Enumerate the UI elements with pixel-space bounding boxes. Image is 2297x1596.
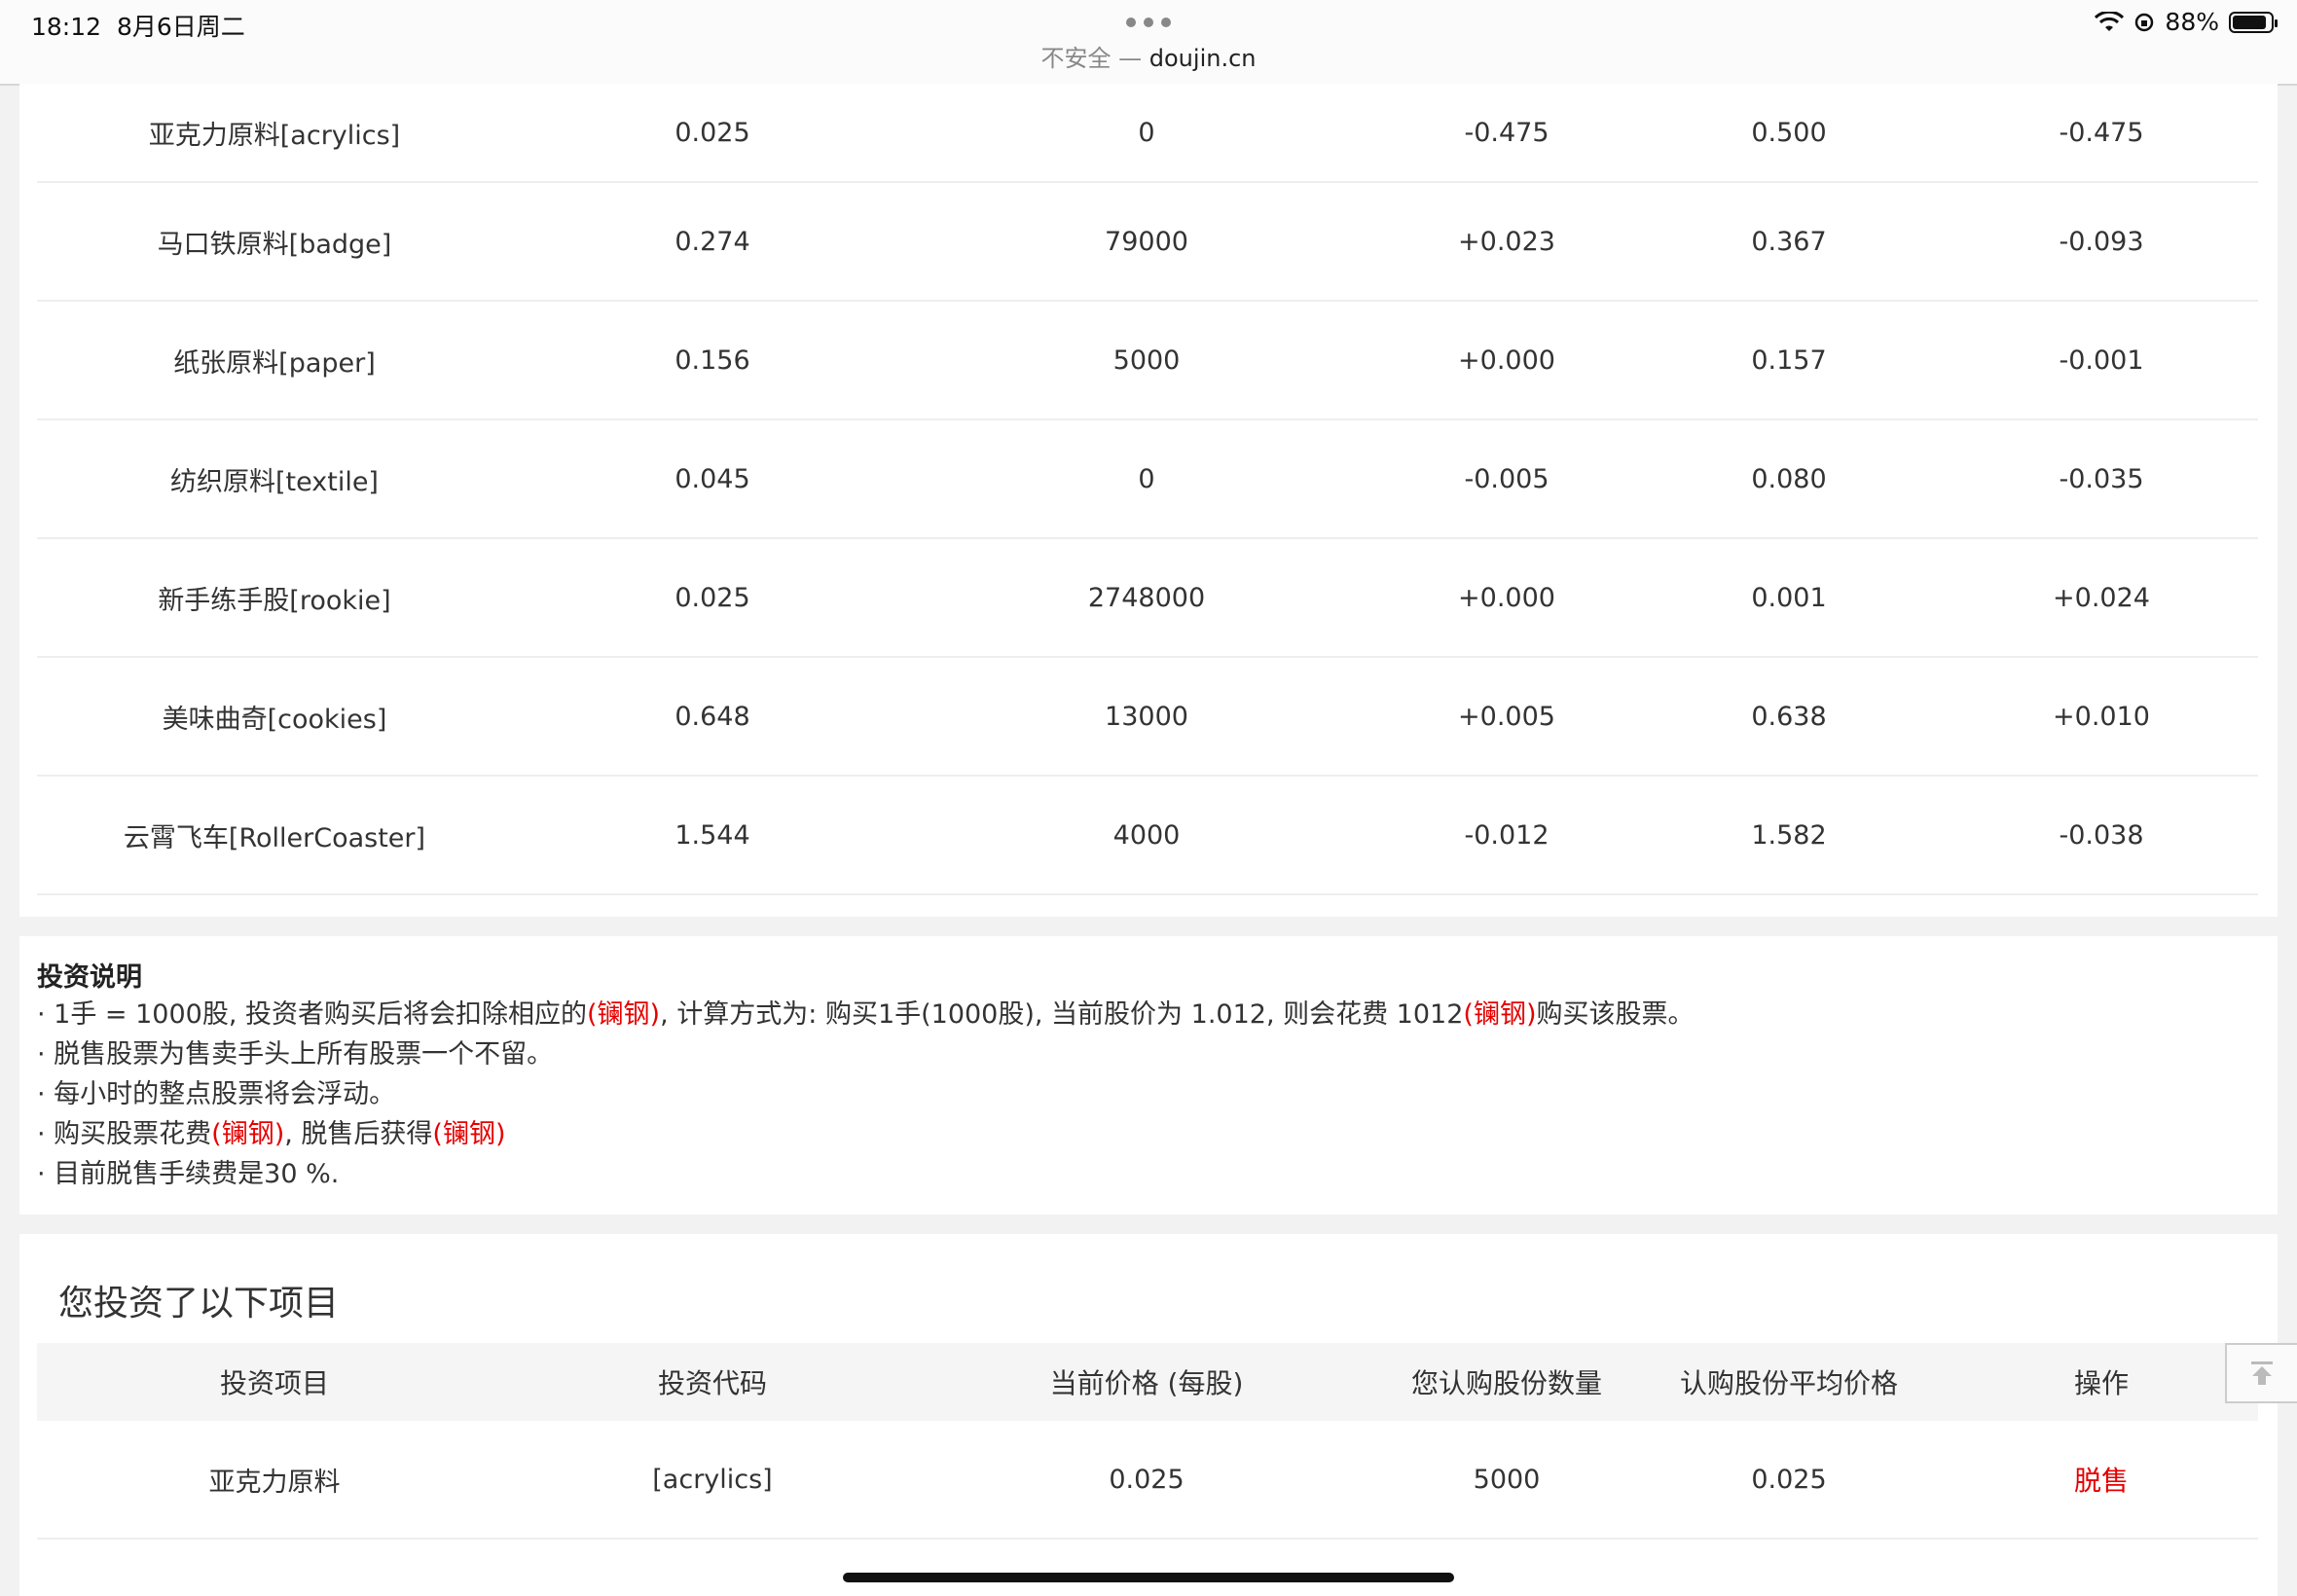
info-line: · 每小时的整点股票将会浮动。 <box>37 1079 396 1109</box>
investment-code: [acrylics] <box>512 1421 913 1540</box>
stock-total-change: -0.038 <box>1945 776 2258 895</box>
stock-price: 0.648 <box>512 657 913 777</box>
stock-total-change: -0.093 <box>1945 182 2258 302</box>
stock-volume: 79000 <box>913 182 1380 302</box>
column-header: 您认购股份数量 <box>1380 1343 1633 1421</box>
stock-change: -0.012 <box>1380 776 1633 895</box>
address-bar[interactable]: 不安全 — doujin.cn <box>0 39 2297 73</box>
orientation-lock-icon <box>2135 13 2154 31</box>
table-row: 纺织原料[textile] 0.045 0 -0.005 0.080 -0.035 <box>37 419 2258 539</box>
stock-volume: 2748000 <box>913 538 1380 658</box>
info-line: · 目前脱售手续费是30 %. <box>37 1159 340 1189</box>
column-header: 操作 <box>1945 1343 2258 1421</box>
stock-total-change: -0.475 <box>1945 84 2258 183</box>
stock-volume: 0 <box>913 84 1380 183</box>
stock-table: 亚克力原料[acrylics] 0.025 0 -0.475 0.500 -0.475 马口… <box>37 84 2258 895</box>
stock-total-change: +0.024 <box>1945 538 2258 658</box>
table-row: 云霄飞车[RollerCoaster] 1.544 4000 -0.012 1.582-… <box>37 776 2258 895</box>
column-header: 投资代码 <box>512 1343 913 1421</box>
url-host: doujin.cn <box>1148 45 1257 72</box>
info-line: · 脱售股票为售卖手头上所有股票一个不留。 <box>37 1039 554 1070</box>
stock-change: +0.005 <box>1380 657 1633 777</box>
my-investments-panel: 您投资了以下项目 投资项目 投资代码 当前价格 (每股) 您认购股份数量 认购股… <box>19 1234 2278 1596</box>
stock-total-change: -0.001 <box>1945 301 2258 420</box>
stock-name: 马口铁原料[badge] <box>37 182 512 302</box>
stock-total-change: -0.035 <box>1945 419 2258 539</box>
table-row: 纸张原料[paper] 0.156 5000 +0.000 0.157 -0.001 <box>37 301 2258 420</box>
table-row: 新手练手股[rookie] 0.025 2748000 +0.000 0.001 +0.0… <box>37 538 2258 658</box>
stock-name: 纸张原料[paper] <box>37 301 512 420</box>
stock-name: 新手练手股[rookie] <box>37 538 512 658</box>
home-indicator[interactable] <box>843 1573 1454 1582</box>
stock-price: 0.025 <box>512 538 913 658</box>
table-row: 亚克力原料[acrylics] 0.025 0 -0.475 0.500 -0.475 <box>37 84 2258 183</box>
stock-change: +0.023 <box>1380 182 1633 302</box>
sell-button[interactable]: 脱售 <box>2074 1465 2129 1497</box>
stock-volume: 0 <box>913 419 1380 539</box>
stock-name: 纺织原料[textile] <box>37 419 512 539</box>
stock-reference-price: 0.157 <box>1633 301 1945 420</box>
stock-reference-price: 1.582 <box>1633 776 1945 895</box>
table-row: 马口铁原料[badge] 0.274 79000 +0.023 0.367 -0.093 <box>37 182 2258 302</box>
investment-quantity: 5000 <box>1380 1421 1633 1540</box>
table-row: 亚克力原料 [acrylics] 0.025 5000 0.025 脱售 <box>37 1421 2258 1540</box>
more-options-icon[interactable] <box>1126 18 1171 27</box>
info-title: 投资说明 <box>37 962 142 993</box>
investments-table: 投资项目 投资代码 当前价格 (每股) 您认购股份数量 认购股份平均价格 操作 … <box>37 1343 2258 1540</box>
info-line: · 1手 = 1000股, 投资者购买后将会扣除相应的(镧钢), 计算方式为: … <box>37 999 1695 1030</box>
stock-market-panel: 亚克力原料[acrylics] 0.025 0 -0.475 0.500 -0.475 马口… <box>19 84 2278 917</box>
stock-reference-price: 0.367 <box>1633 182 1945 302</box>
battery-percent: 88% <box>2165 8 2219 36</box>
stock-name: 亚克力原料[acrylics] <box>37 84 512 183</box>
table-row: 美味曲奇[cookies] 0.648 13000 +0.005 0.638 +0.010 <box>37 657 2258 777</box>
stock-price: 0.274 <box>512 182 913 302</box>
stock-reference-price: 0.080 <box>1633 419 1945 539</box>
status-indicators: 88% <box>2095 8 2278 36</box>
stock-total-change: +0.010 <box>1945 657 2258 777</box>
stock-change: -0.475 <box>1380 84 1633 183</box>
stock-reference-price: 0.500 <box>1633 84 1945 183</box>
investment-avg-price: 0.025 <box>1633 1421 1945 1540</box>
stock-name: 云霄飞车[RollerCoaster] <box>37 776 512 895</box>
table-header-row: 投资项目 投资代码 当前价格 (每股) 您认购股份数量 认购股份平均价格 操作 <box>37 1343 2258 1421</box>
stock-price: 0.045 <box>512 419 913 539</box>
wifi-icon <box>2095 11 2125 31</box>
investment-price: 0.025 <box>913 1421 1380 1540</box>
battery-icon <box>2229 11 2278 33</box>
column-header: 当前价格 (每股) <box>913 1343 1380 1421</box>
column-header: 投资项目 <box>37 1343 512 1421</box>
stock-change: +0.000 <box>1380 301 1633 420</box>
stock-volume: 5000 <box>913 301 1380 420</box>
security-label: 不安全 — <box>1040 45 1149 72</box>
stock-reference-price: 0.001 <box>1633 538 1945 658</box>
status-time: 18:12 8月6日周二 <box>31 13 245 41</box>
stock-price: 0.156 <box>512 301 913 420</box>
stock-volume: 13000 <box>913 657 1380 777</box>
stock-reference-price: 0.638 <box>1633 657 1945 777</box>
info-list: · 1手 = 1000股, 投资者购买后将会扣除相应的(镧钢), 计算方式为: … <box>37 995 1694 1194</box>
investment-info-panel: 投资说明 · 1手 = 1000股, 投资者购买后将会扣除相应的(镧钢), 计算… <box>19 936 2278 1215</box>
back-to-top-button[interactable] <box>2225 1343 2297 1403</box>
stock-price: 1.544 <box>512 776 913 895</box>
back-to-top-icon <box>2251 1361 2273 1385</box>
stock-price: 0.025 <box>512 84 913 183</box>
info-line: · 购买股票花费(镧钢), 脱售后获得(镧钢) <box>37 1119 506 1149</box>
investment-item: 亚克力原料 <box>37 1421 512 1540</box>
stock-volume: 4000 <box>913 776 1380 895</box>
column-header: 认购股份平均价格 <box>1633 1343 1945 1421</box>
browser-top-bar: 18:12 8月6日周二 不安全 — doujin.cn 88% <box>0 0 2297 86</box>
stock-change: +0.000 <box>1380 538 1633 658</box>
investments-title: 您投资了以下项目 <box>58 1284 340 1324</box>
stock-name: 美味曲奇[cookies] <box>37 657 512 777</box>
stock-change: -0.005 <box>1380 419 1633 539</box>
action-cell: 脱售 <box>1945 1421 2258 1540</box>
